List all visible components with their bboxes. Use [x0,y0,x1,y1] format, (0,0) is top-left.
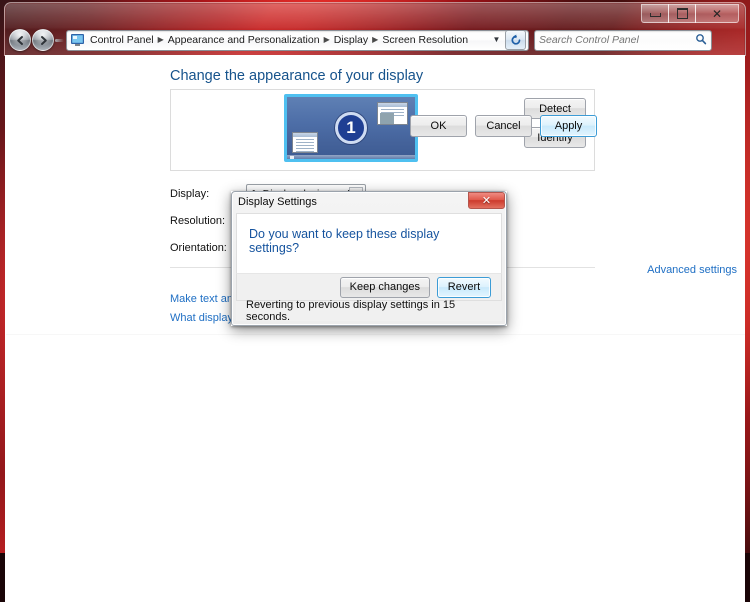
page-title: Change the appearance of your display [170,68,423,84]
refresh-icon [510,34,522,46]
thumbnail-body [378,107,407,124]
breadcrumb: Control Panel ▶ Appearance and Personali… [88,33,489,47]
dialog-action-buttons: OK Cancel Apply [410,115,597,137]
control-panel-icon [70,33,85,47]
breadcrumb-separator: ▶ [156,36,166,44]
address-bar[interactable]: Control Panel ▶ Appearance and Personali… [66,30,529,51]
ok-button[interactable]: OK [410,115,467,137]
monitor-number-badge: 1 [335,112,367,144]
breadcrumb-separator: ▶ [322,36,332,44]
monitor-preview-1[interactable]: 1 [284,94,418,162]
forward-button[interactable] [32,29,54,51]
cancel-button[interactable]: Cancel [475,115,532,137]
nav-buttons [9,29,54,51]
breadcrumb-separator: ▶ [370,36,380,44]
search-input[interactable] [539,34,695,46]
close-button[interactable]: ✕ [695,4,739,23]
advanced-settings-link[interactable]: Advanced settings [647,264,737,276]
minimize-button[interactable] [641,4,669,23]
chevron-down-icon[interactable]: ▼ [489,36,504,44]
back-button[interactable] [9,29,31,51]
dialog-body: Do you want to keep these display settin… [236,213,502,273]
maximize-button[interactable] [668,4,696,23]
dialog-countdown-text: Reverting to previous display settings i… [246,299,502,323]
dialog-title: Display Settings [238,196,317,208]
keep-changes-button[interactable]: Keep changes [340,277,430,298]
window-titlebar: ✕ [4,2,746,56]
search-icon [695,33,707,48]
forward-arrow-icon [38,35,49,46]
close-icon: ✕ [712,8,722,20]
dialog-footer: Reverting to previous display settings i… [236,301,502,321]
search-box[interactable] [534,30,712,51]
maximize-icon [677,8,688,19]
preview-thumbnail-window [377,102,408,125]
minimize-icon [650,13,661,17]
preview-taskbar [287,155,415,159]
window-client-area: Change the appearance of your display [5,55,745,602]
thumbnail-content-block [380,113,394,125]
navigation-bar: Control Panel ▶ Appearance and Personali… [5,25,747,55]
preview-thumbnail-window [292,132,318,153]
close-icon: ✕ [482,194,491,207]
breadcrumb-item-screen-resolution[interactable]: Screen Resolution [380,33,470,47]
refresh-button[interactable] [505,30,526,50]
thumbnail-body [293,137,317,152]
dialog-titlebar: Display Settings ✕ [231,191,507,213]
breadcrumb-item-appearance[interactable]: Appearance and Personalization [166,33,322,47]
apply-button[interactable]: Apply [540,115,597,137]
display-settings-dialog: Display Settings ✕ Do you want to keep t… [231,191,507,326]
dialog-question-text: Do you want to keep these display settin… [249,227,489,255]
breadcrumb-item-control-panel[interactable]: Control Panel [88,33,156,47]
dialog-button-row: Keep changes Revert [236,273,502,301]
back-arrow-icon [15,35,26,46]
nav-separator [55,39,64,42]
footer-bar [6,335,745,375]
revert-button[interactable]: Revert [437,277,491,298]
window-caption-buttons: ✕ [642,4,739,23]
dialog-close-button[interactable]: ✕ [468,192,505,209]
breadcrumb-item-display[interactable]: Display [332,33,370,47]
